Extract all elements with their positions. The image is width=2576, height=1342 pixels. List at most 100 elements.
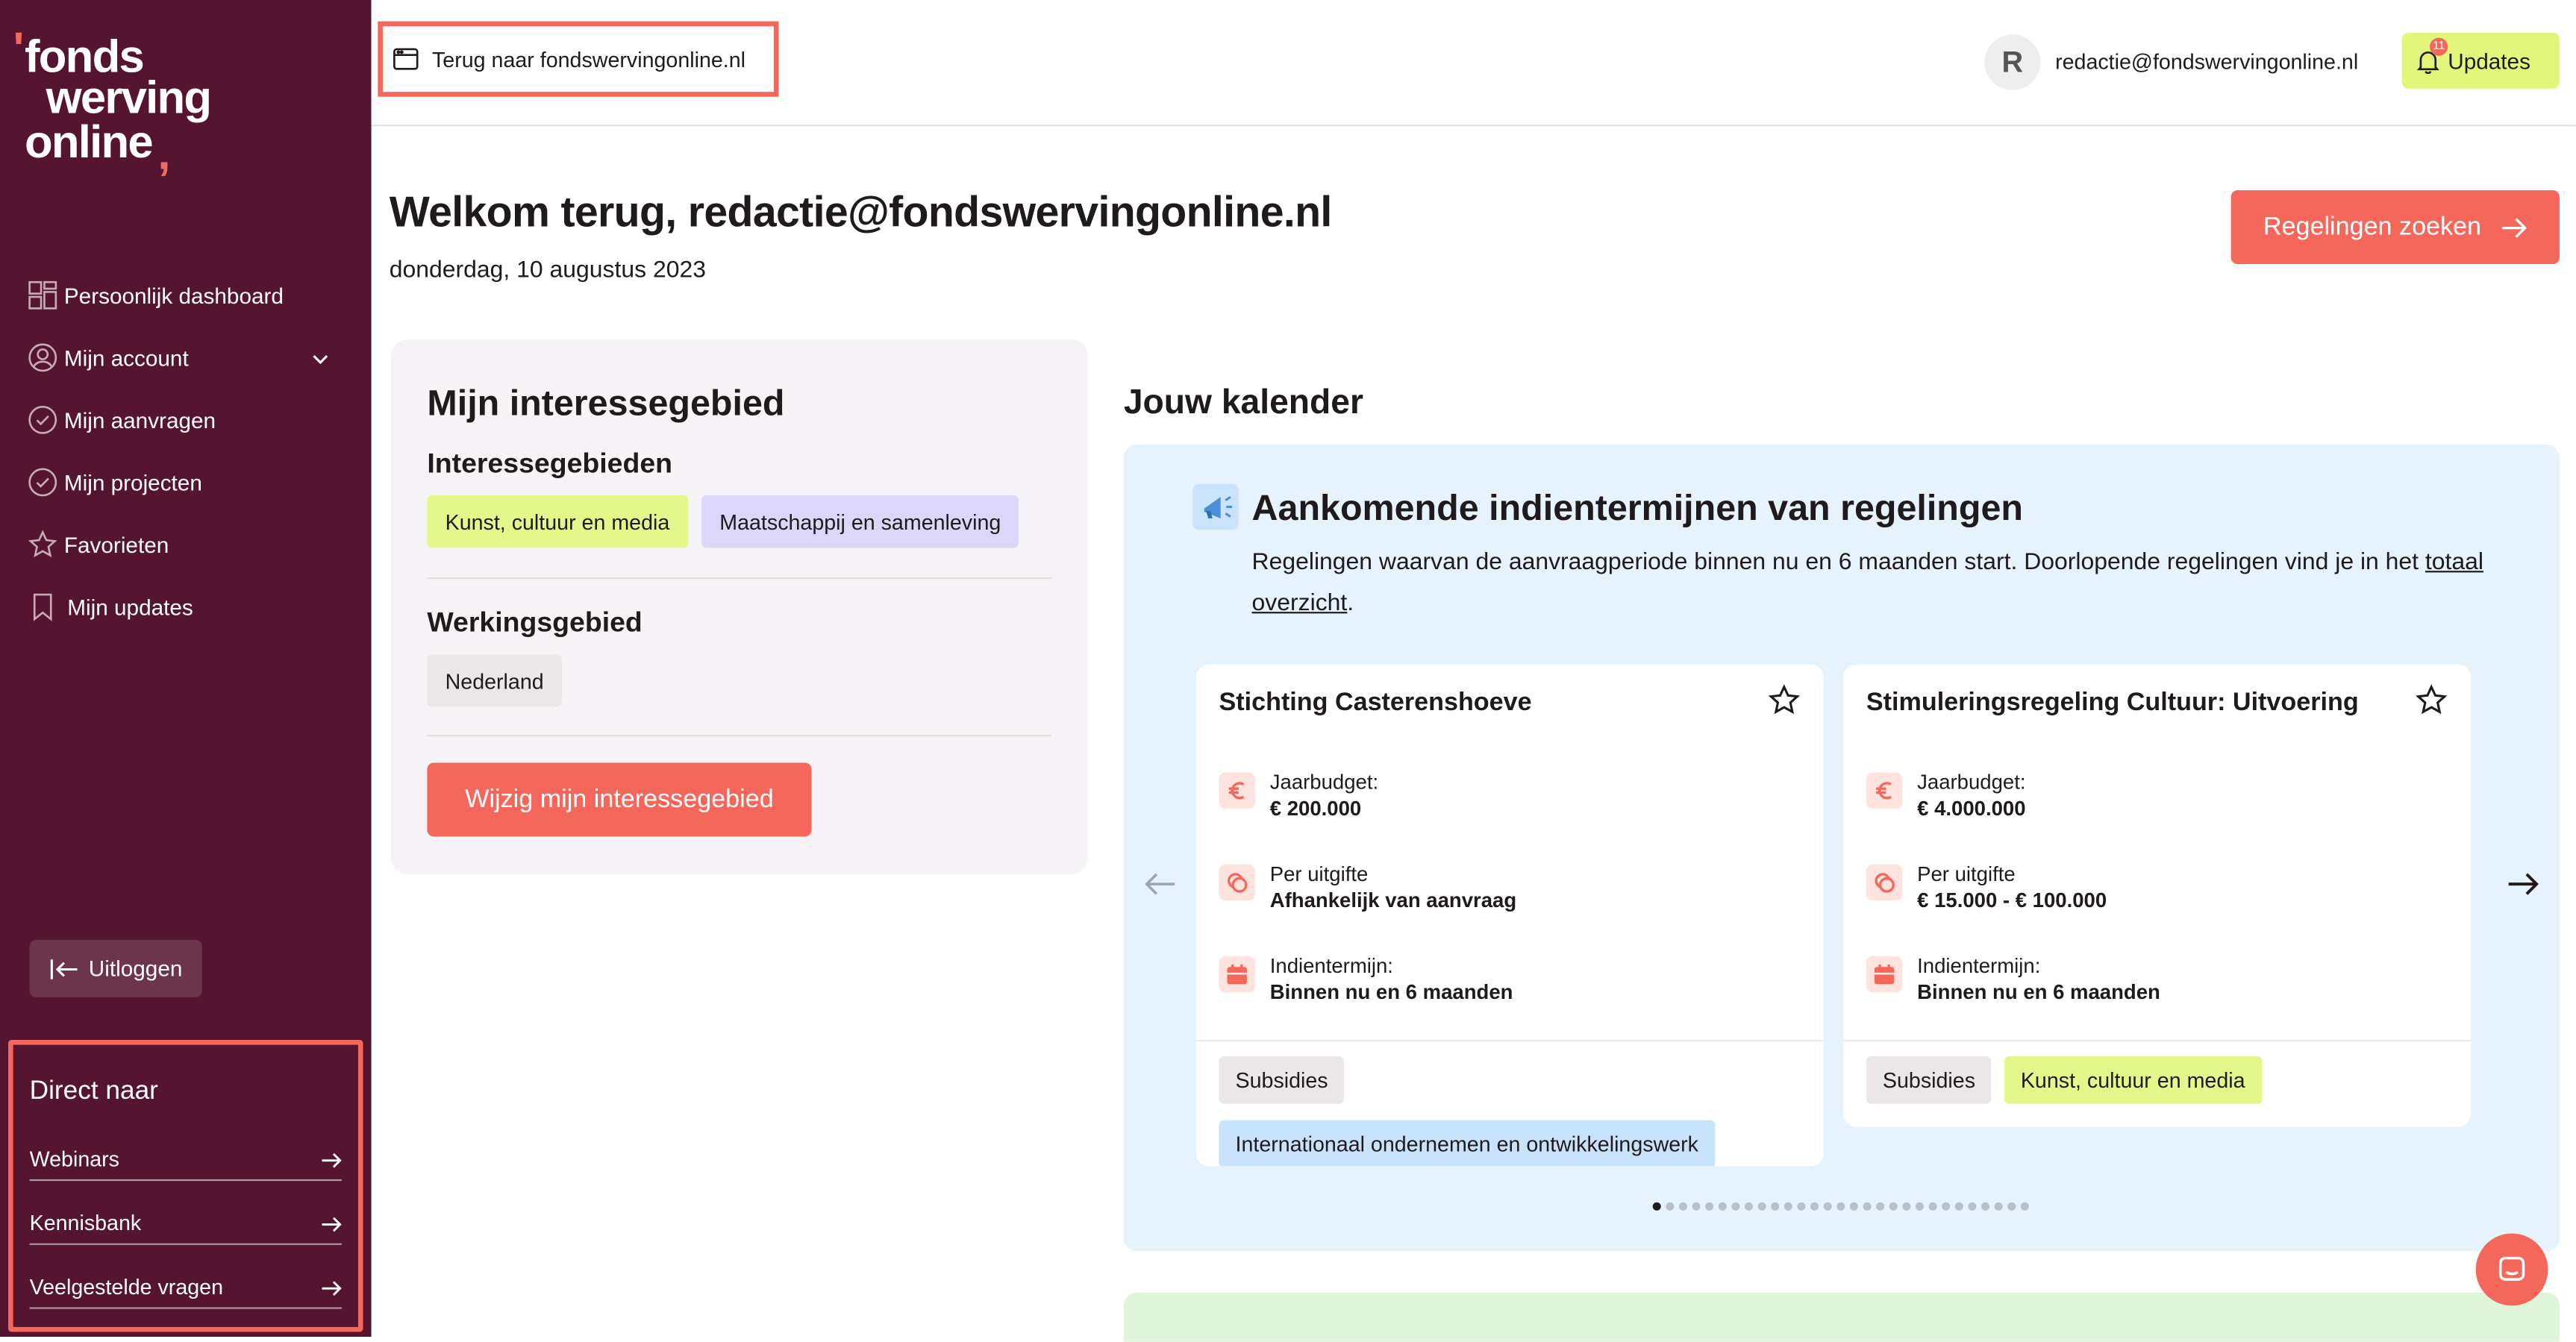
sidebar-item-label: Mijn updates (67, 595, 193, 620)
star-icon (28, 530, 57, 559)
interest-area-tag: Kunst, cultuur en media (427, 495, 688, 548)
back-to-site-link[interactable]: Terug naar fondswervingonline.nl (378, 21, 779, 97)
carousel-dot[interactable] (2007, 1202, 2016, 1211)
scheme-title[interactable]: Stichting Casterenshoeve (1219, 689, 1532, 718)
carousel-dot[interactable] (1810, 1202, 1819, 1211)
carousel-dot[interactable] (1705, 1202, 1714, 1211)
sidebar-item-aanvragen[interactable]: Mijn aanvragen (28, 401, 216, 440)
carousel-dot[interactable] (1954, 1202, 1963, 1211)
coins-icon (1219, 864, 1255, 901)
chat-button[interactable] (2475, 1233, 2548, 1306)
current-date: donderdag, 10 augustus 2023 (389, 257, 706, 284)
search-schemes-button[interactable]: Regelingen zoeken (2230, 190, 2560, 265)
carousel-dot[interactable] (1771, 1202, 1780, 1211)
direct-link-kennisbank[interactable]: Kennisbank (29, 1201, 342, 1245)
carousel-dot[interactable] (1942, 1202, 1951, 1211)
carousel-dot[interactable] (1678, 1202, 1687, 1211)
scheme-tag: Subsidies (1866, 1056, 1992, 1104)
carousel-dot[interactable] (1876, 1202, 1885, 1211)
favorite-star-icon[interactable] (2415, 684, 2448, 717)
carousel-dot[interactable] (1652, 1202, 1661, 1211)
updates-count-badge: 11 (2430, 37, 2448, 56)
carousel-dot[interactable] (1731, 1202, 1740, 1211)
check-circle-icon (28, 468, 57, 498)
carousel-dot[interactable] (1981, 1202, 1990, 1211)
euro-icon (1219, 772, 1255, 809)
carousel-pagination[interactable] (1652, 1202, 2034, 1216)
carousel-dot[interactable] (1823, 1202, 1832, 1211)
carousel-dot[interactable] (1849, 1202, 1858, 1211)
scheme-per-issue: Per uitgifte Afhankelijk van aanvraag (1219, 858, 1778, 917)
avatar[interactable]: R (1984, 34, 2041, 90)
scheme-term: Indientermijn: Binnen nu en 6 maanden (1219, 950, 1778, 1009)
carousel-dot[interactable] (1757, 1202, 1766, 1211)
direct-link-faq[interactable]: Veelgestelde vragen (29, 1264, 342, 1309)
change-interest-button[interactable]: Wijzig mijn interessegebied (427, 762, 812, 837)
coins-icon (1866, 864, 1903, 901)
updates-button[interactable]: 11 Updates (2401, 32, 2560, 89)
favorite-star-icon[interactable] (1768, 684, 1801, 717)
carousel-prev-arrow-icon[interactable] (1143, 871, 1176, 897)
direct-link-webinars[interactable]: Webinars (29, 1137, 342, 1182)
scheme-title[interactable]: Stimuleringsregeling Cultuur: Uitvoering (1866, 689, 2359, 718)
carousel-dot[interactable] (1902, 1202, 1911, 1211)
scheme-budget: Jaarbudget: € 200.000 (1219, 766, 1778, 825)
calendar-panel: Aankomende indientermijnen van regelinge… (1123, 444, 2560, 1252)
back-link-label: Terug naar fondswervingonline.nl (431, 46, 746, 72)
carousel-dot[interactable] (1666, 1202, 1675, 1211)
direct-link-label: Veelgestelde vragen (29, 1274, 223, 1299)
carousel-dot[interactable] (1915, 1202, 1924, 1211)
fact-value: Binnen nu en 6 maanden (1917, 980, 2160, 1004)
fact-value: € 15.000 - € 100.000 (1917, 888, 2107, 912)
interest-card: Mijn interessegebied Interessegebieden K… (390, 339, 1088, 874)
sidebar-item-dashboard[interactable]: Persoonlijk dashboard (28, 275, 284, 315)
carousel-dot[interactable] (1863, 1202, 1872, 1211)
carousel-dot[interactable] (1994, 1202, 2003, 1211)
fact-label: Per uitgifte (1269, 862, 1369, 886)
divider (1195, 1040, 1824, 1042)
sidebar: ' fonds werving online , Persoonlijk das… (0, 0, 372, 1338)
sidebar-item-account[interactable]: Mijn account (28, 338, 189, 377)
bookmark-icon (28, 592, 57, 622)
scheme-tag: Internationaal ondernemen en ontwikkelin… (1219, 1120, 1716, 1167)
scheme-card[interactable]: Stichting Casterenshoeve Jaarbudget: € 2… (1195, 664, 1824, 1167)
calendar-description: Regelingen waarvan de aanvraagperiode bi… (1252, 543, 2484, 625)
sidebar-item-label: Persoonlijk dashboard (63, 283, 284, 308)
chevron-down-icon[interactable] (309, 348, 332, 371)
carousel-next-arrow-icon[interactable] (2507, 871, 2539, 897)
fact-label: Indientermijn: (1269, 954, 1393, 978)
carousel-dot[interactable] (1692, 1202, 1701, 1211)
carousel-dot[interactable] (1783, 1202, 1792, 1211)
fact-label: Per uitgifte (1917, 862, 2016, 886)
carousel-dot[interactable] (2020, 1202, 2029, 1211)
scheme-tag: Kunst, cultuur en media (2004, 1056, 2262, 1104)
carousel-dot[interactable] (1928, 1202, 1937, 1211)
carousel-dot[interactable] (1836, 1202, 1845, 1211)
interest-areas-title: Interessegebieden (427, 448, 673, 480)
fact-value: € 4.000.000 (1917, 797, 2026, 821)
sidebar-item-projecten[interactable]: Mijn projecten (28, 463, 202, 502)
updates-label: Updates (2448, 48, 2530, 73)
calendar-description-end: . (1347, 590, 1354, 617)
carousel-dot[interactable] (1968, 1202, 1977, 1211)
calendar-icon (1219, 956, 1255, 993)
sidebar-item-updates[interactable]: Mijn updates (28, 587, 193, 627)
calendar-heading: Aankomende indientermijnen van regelinge… (1251, 487, 2024, 529)
carousel-dot[interactable] (1889, 1202, 1898, 1211)
fact-value: Afhankelijk van aanvraag (1269, 888, 1517, 912)
logout-button[interactable]: Uitloggen (29, 939, 202, 997)
sidebar-item-label: Favorieten (63, 532, 169, 557)
sidebar-item-favorieten[interactable]: Favorieten (28, 525, 169, 565)
divider (427, 735, 1051, 737)
interest-area-tag: Maatschappij en samenleving (701, 495, 1019, 548)
arrow-right-icon (2502, 217, 2527, 237)
fact-value: Binnen nu en 6 maanden (1269, 980, 1513, 1004)
carousel-dot[interactable] (1744, 1202, 1754, 1211)
fondswerving-logo[interactable]: ' fonds werving online , (13, 23, 342, 187)
megaphone-icon (1192, 483, 1239, 530)
scheme-card[interactable]: Stimuleringsregeling Cultuur: Uitvoering… (1843, 664, 2472, 1127)
carousel-dot[interactable] (1718, 1202, 1727, 1211)
user-email[interactable]: redactie@fondswervingonline.nl (2055, 49, 2358, 74)
arrow-right-icon (322, 1281, 342, 1296)
carousel-dot[interactable] (1797, 1202, 1806, 1211)
